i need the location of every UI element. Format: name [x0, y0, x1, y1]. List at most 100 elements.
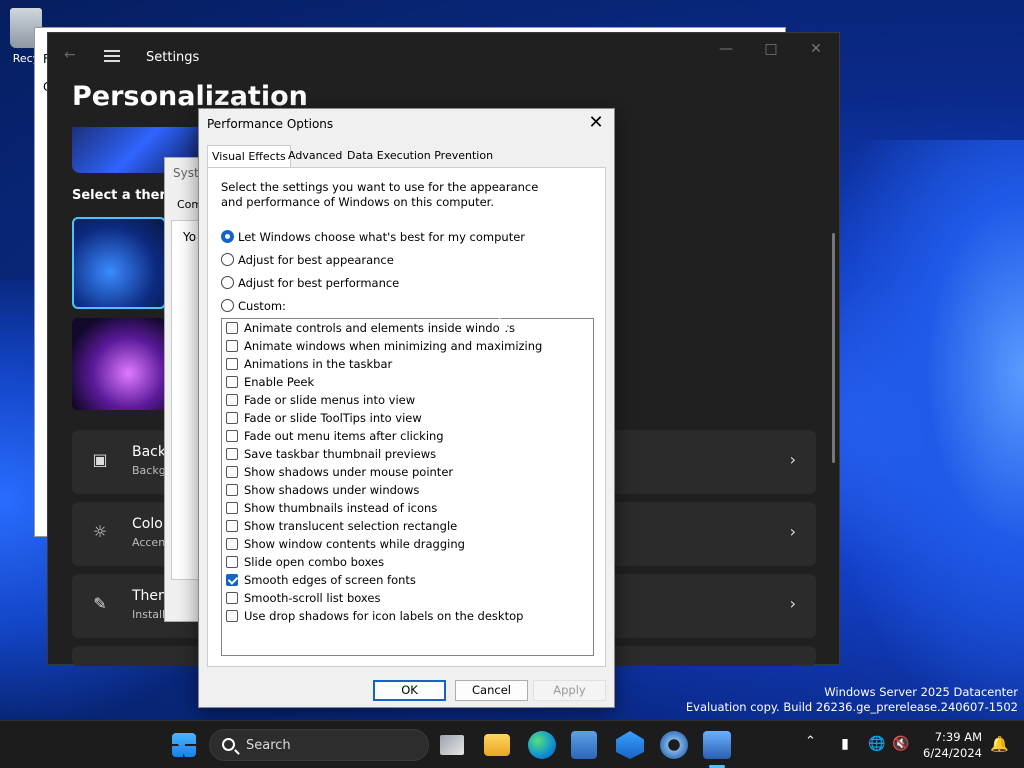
chevron-up-icon[interactable]: ⌃: [805, 734, 816, 749]
back-arrow-icon[interactable]: ←: [64, 47, 76, 63]
radio-label: Adjust for best performance: [238, 276, 400, 290]
checkbox: [226, 412, 238, 424]
theme-card-bloom-blue[interactable]: [72, 217, 166, 309]
checkbox-label: Show thumbnails instead of icons: [244, 501, 438, 515]
checkbox-fade-menu-items[interactable]: Fade out menu items after clicking: [226, 427, 444, 445]
clock-date: 6/24/2024: [923, 746, 982, 760]
checkbox-label: Animations in the taskbar: [244, 357, 393, 371]
maximize-icon[interactable]: □: [756, 41, 786, 61]
checkbox-window-contents-dragging[interactable]: Show window contents while dragging: [226, 535, 465, 553]
dialog-title: Performance Options: [207, 117, 334, 131]
checkbox: [226, 358, 238, 370]
settings-scrollbar[interactable]: [832, 233, 835, 463]
settings-titlebar: ← Settings — □ ✕: [48, 33, 839, 73]
row-subtitle: Backg: [132, 464, 166, 477]
checkbox: [226, 466, 238, 478]
checkbox-label: Save taskbar thumbnail previews: [244, 447, 437, 461]
visual-effects-panel: Select the settings you want to use for …: [207, 167, 606, 667]
system-properties-fragment: Yo: [183, 230, 197, 244]
description-text: Select the settings you want to use for …: [221, 180, 539, 209]
task-view-icon[interactable]: [440, 735, 464, 755]
search-placeholder: Search: [246, 738, 291, 753]
ok-button[interactable]: OK: [373, 680, 446, 701]
radio-dot: [221, 299, 234, 312]
tray-app-icon[interactable]: ▮: [836, 736, 854, 752]
edge-browser-icon[interactable]: [528, 731, 556, 759]
checkbox-label: Fade out menu items after clicking: [244, 429, 444, 443]
server-manager-icon[interactable]: [571, 731, 597, 759]
radio-label: Let Windows choose what's best for my co…: [238, 230, 526, 244]
checkbox-label: Use drop shadows for icon labels on the …: [244, 609, 524, 623]
checkbox-window-shadows[interactable]: Show shadows under windows: [226, 481, 419, 499]
checkbox-enable-peek[interactable]: Enable Peek: [226, 373, 314, 391]
visual-effects-checklist[interactable]: Animate controls and elements inside win…: [221, 318, 594, 656]
globe-icon[interactable]: 🌐: [868, 736, 886, 752]
settings-title: Settings: [146, 50, 200, 65]
minimize-icon[interactable]: —: [711, 41, 741, 61]
file-explorer-icon[interactable]: [484, 734, 510, 756]
watermark-line2: Evaluation copy. Build 26236.ge_prerelea…: [685, 700, 1018, 714]
radio-custom[interactable]: Custom:: [221, 299, 286, 313]
radio-dot: [221, 253, 234, 266]
checkbox: [226, 322, 238, 334]
radio-best-appearance[interactable]: Adjust for best appearance: [221, 253, 394, 267]
search-icon: [222, 738, 235, 751]
speaker-muted-icon[interactable]: 🔇: [892, 736, 910, 752]
hamburger-menu-icon[interactable]: [104, 50, 120, 62]
close-icon[interactable]: ✕: [584, 111, 608, 135]
image-icon: ▣: [92, 450, 108, 469]
taskbar-search-box[interactable]: Search: [209, 729, 429, 761]
chevron-right-icon: ›: [789, 594, 796, 613]
tab-visual-effects[interactable]: Visual Effects: [207, 145, 291, 168]
checkbox-fade-tooltips[interactable]: Fade or slide ToolTips into view: [226, 409, 422, 427]
settings-gear-icon[interactable]: [660, 731, 688, 759]
checkbox-pointer-shadows[interactable]: Show shadows under mouse pointer: [226, 463, 453, 481]
checkbox-label: Fade or slide ToolTips into view: [244, 411, 422, 425]
checkbox-label: Smooth-scroll list boxes: [244, 591, 381, 605]
checkbox-translucent-selection[interactable]: Show translucent selection rectangle: [226, 517, 457, 535]
brush-icon: ✎: [93, 594, 107, 613]
row-subtitle: Install: [132, 608, 166, 621]
tab-advanced[interactable]: Advanced: [288, 149, 342, 162]
checkbox-smooth-fonts[interactable]: Smooth edges of screen fonts: [226, 571, 416, 589]
start-windows-icon[interactable]: [172, 733, 196, 757]
notification-bell-icon[interactable]: 🔔: [990, 735, 1009, 753]
checkbox-smooth-scroll[interactable]: Smooth-scroll list boxes: [226, 589, 380, 607]
checkbox-label: Animate windows when minimizing and maxi…: [244, 339, 543, 353]
radio-best-performance[interactable]: Adjust for best performance: [221, 276, 399, 290]
checkbox-label: Show translucent selection rectangle: [244, 519, 458, 533]
clock-time: 7:39 AM: [934, 730, 982, 744]
checkbox-slide-combo[interactable]: Slide open combo boxes: [226, 553, 384, 571]
taskbar: Search ⌃ ▮ 🌐 🔇 7:39 AM 6/24/2024 🔔: [0, 720, 1024, 768]
checkbox-taskbar-animations[interactable]: Animations in the taskbar: [226, 355, 392, 373]
checkbox-label: Animate controls and elements inside win…: [244, 321, 516, 335]
watermark-line1: Windows Server 2025 Datacenter: [824, 685, 1018, 699]
checkbox: [226, 484, 238, 496]
theme-card-glow[interactable]: [72, 318, 166, 410]
checkbox-thumbnail-previews[interactable]: Save taskbar thumbnail previews: [226, 445, 436, 463]
radio-let-windows-choose[interactable]: Let Windows choose what's best for my co…: [221, 230, 525, 244]
close-icon[interactable]: ✕: [801, 41, 831, 61]
chevron-right-icon: ›: [789, 522, 796, 541]
checkbox: [226, 376, 238, 388]
checkbox: [226, 340, 238, 352]
taskbar-clock[interactable]: 7:39 AM 6/24/2024: [918, 729, 982, 761]
system-properties-app-icon[interactable]: [703, 731, 731, 759]
checkbox-fade-menus[interactable]: Fade or slide menus into view: [226, 391, 415, 409]
os-watermark: Windows Server 2025 Datacenter Evaluatio…: [686, 685, 1018, 715]
checkbox-drop-shadows-icons[interactable]: Use drop shadows for icon labels on the …: [226, 607, 523, 625]
checkbox: [226, 538, 238, 550]
checkbox-label: Show shadows under windows: [244, 483, 420, 497]
cancel-button[interactable]: Cancel: [455, 680, 528, 701]
checkbox-thumbnails[interactable]: Show thumbnails instead of icons: [226, 499, 437, 517]
radio-label: Adjust for best appearance: [238, 253, 394, 267]
checkbox: [226, 448, 238, 460]
checkbox-animate-controls[interactable]: Animate controls and elements inside win…: [226, 319, 515, 337]
checkbox-label: Fade or slide menus into view: [244, 393, 416, 407]
checkbox-label: Show shadows under mouse pointer: [244, 465, 454, 479]
tab-data-execution-prevention[interactable]: Data Execution Prevention: [347, 149, 493, 162]
checkbox-animate-windows[interactable]: Animate windows when minimizing and maxi…: [226, 337, 542, 355]
apply-button[interactable]: Apply: [533, 680, 606, 701]
checkbox-label: Enable Peek: [244, 375, 315, 389]
azure-arc-icon[interactable]: [616, 731, 644, 759]
